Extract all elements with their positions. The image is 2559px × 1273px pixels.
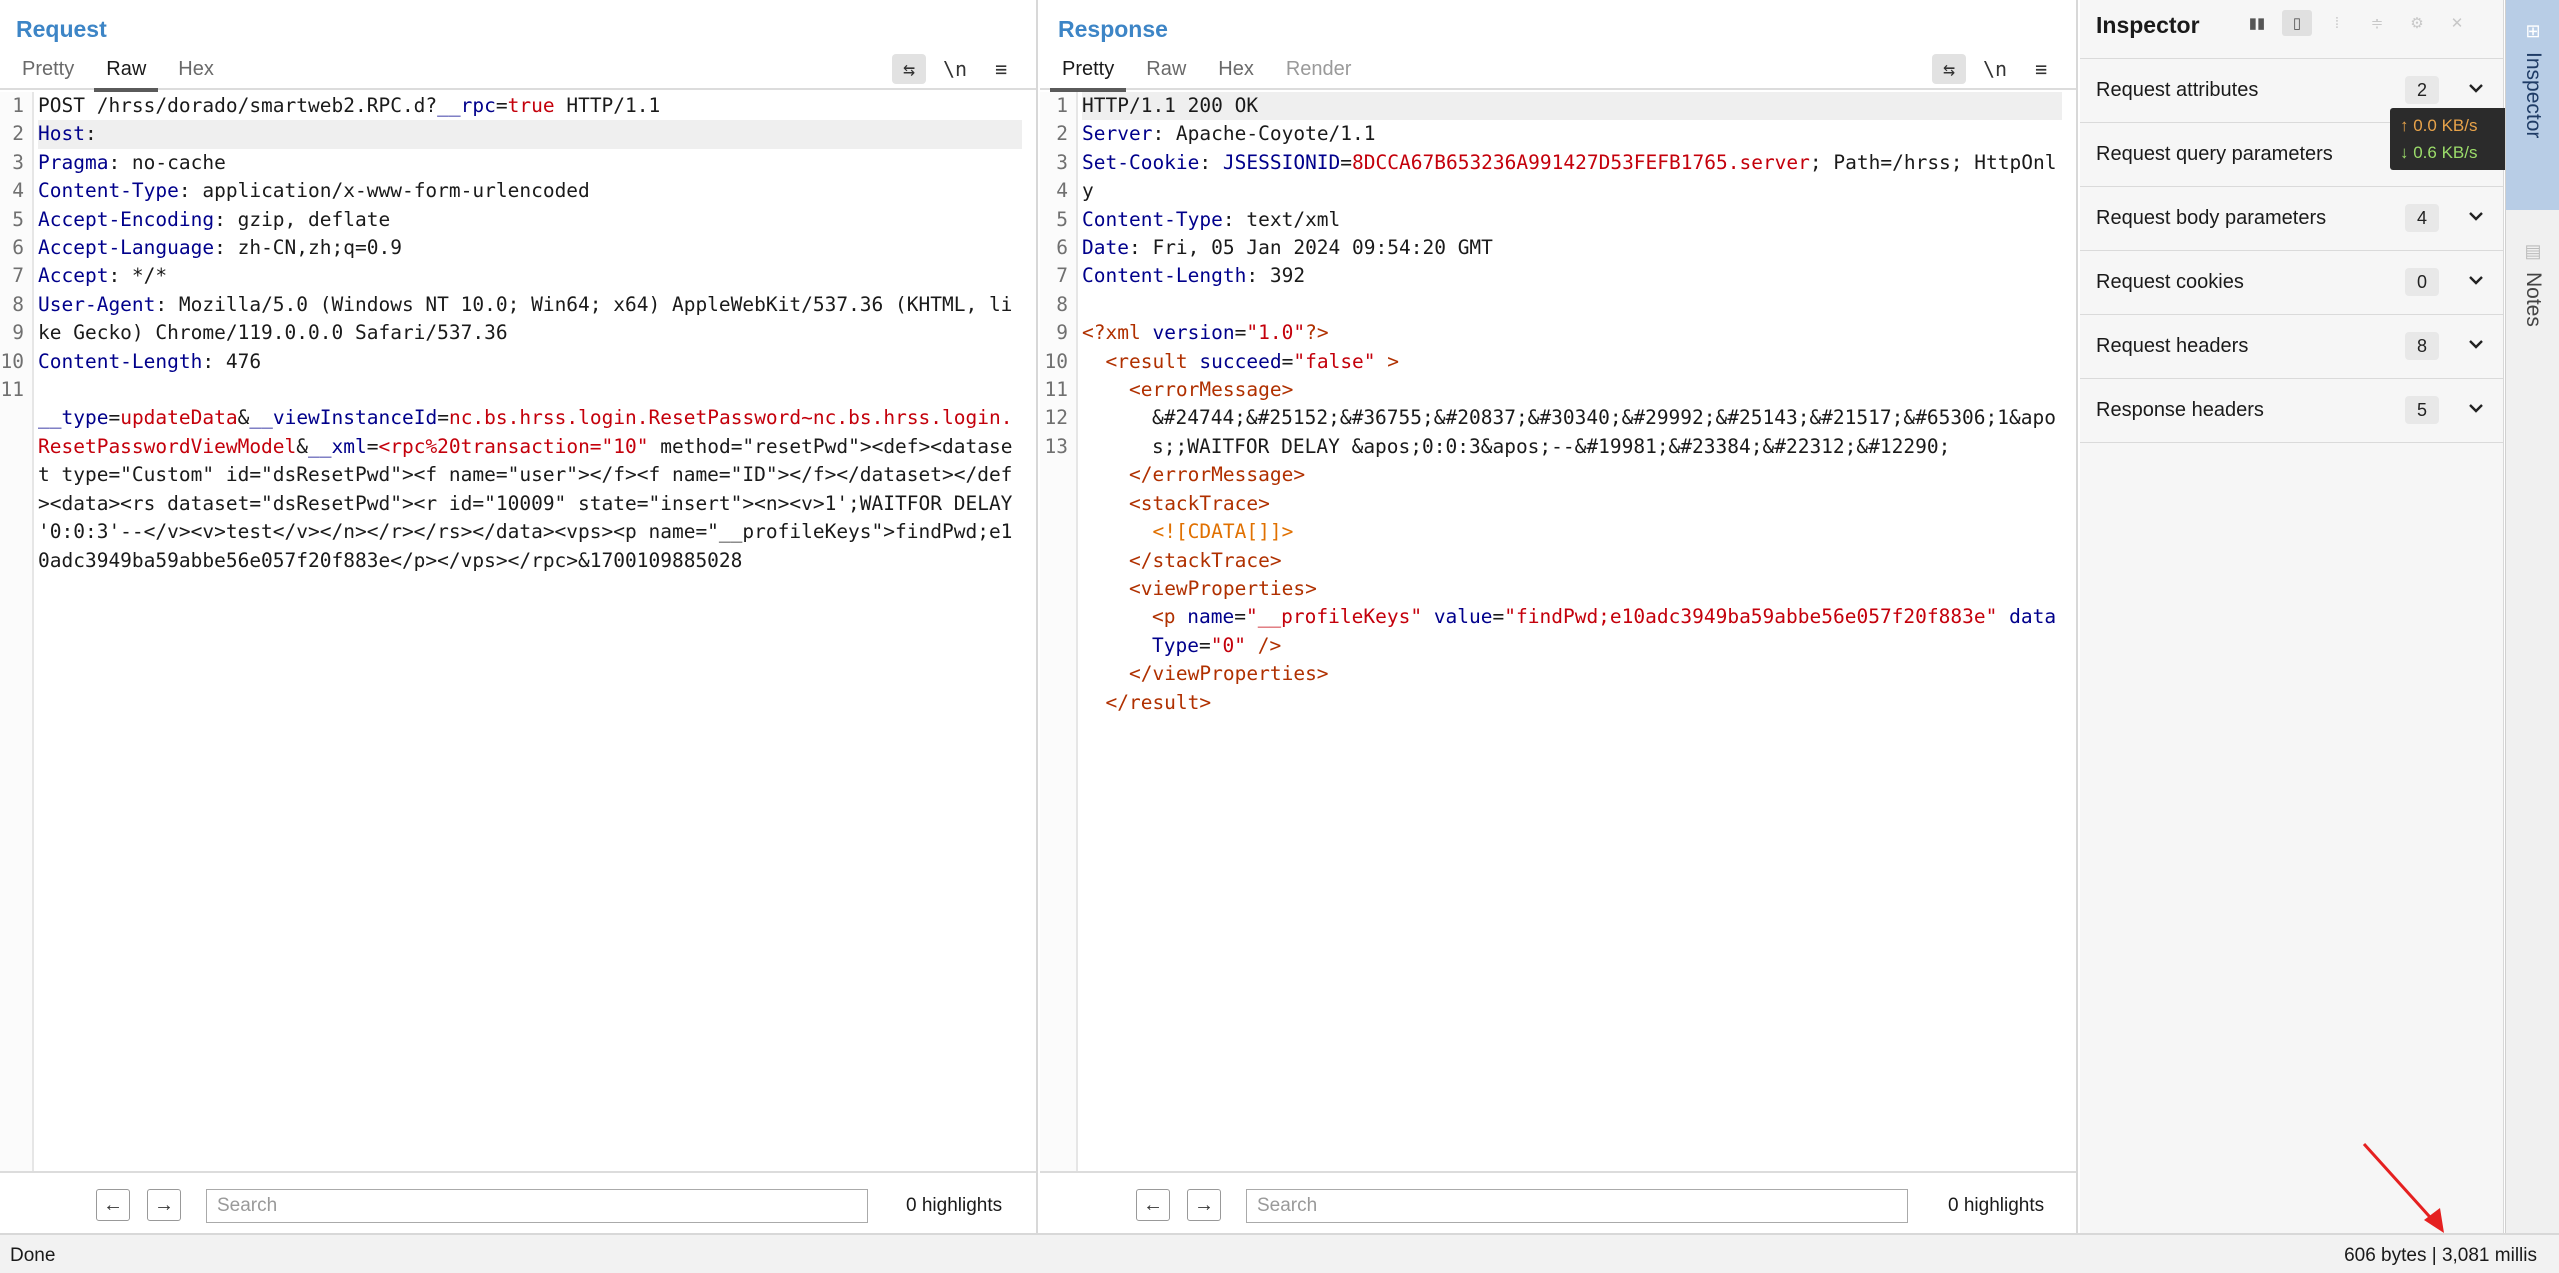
- network-speed-overlay: ↑ 0.0 KB/s ↓ 0.6 KB/s: [2390, 108, 2518, 170]
- response-tabs: Pretty Raw Hex Render: [1040, 52, 2076, 92]
- response-editor[interactable]: 1 2 3 4 5 6 7 8 9 10 11 12 13 HTTP/1.1 200 OK Server:…: [1040, 92, 2076, 1171]
- side-tab-strip: ⊞ Inspector ▤ Notes: [2505, 0, 2559, 1233]
- response-pretty-text[interactable]: HTTP/1.1 200 OK Server: Apache-Coyote/1.1…: [1082, 92, 2062, 717]
- request-title: Request: [16, 16, 107, 42]
- response-tab-raw[interactable]: Raw: [1130, 52, 1202, 90]
- inspector-view-toggles: ▮▮ ▯ ⁞ ≑ ⚙ ✕: [2242, 10, 2472, 36]
- sort-icon[interactable]: ≑: [2362, 10, 2392, 36]
- request-search-input[interactable]: Search: [206, 1189, 868, 1223]
- line-number-gutter: 1 2 3 4 5 6 7 8 9 10 11 12 13: [1040, 92, 1078, 1171]
- response-search-bar: ← → Search 0 highlights: [1040, 1171, 2076, 1233]
- show-newlines-icon[interactable]: \n: [938, 54, 972, 84]
- status-text: Done: [10, 1245, 56, 1266]
- status-bar: Done 606 bytes | 3,081 millis: [0, 1233, 2559, 1273]
- next-match-icon[interactable]: →: [147, 1189, 181, 1221]
- request-pane: Request Pretty Raw Hex ⇆ \n ≡ 1234567891…: [0, 0, 1038, 1233]
- request-tab-raw[interactable]: Raw: [90, 52, 162, 92]
- response-toolbar: ⇆ \n ≡: [1932, 54, 2058, 84]
- close-icon[interactable]: ✕: [2442, 10, 2472, 36]
- section-request-cookies[interactable]: Request cookies 0: [2080, 251, 2503, 315]
- response-search-input[interactable]: Search: [1246, 1189, 1908, 1223]
- chevron-down-icon: [2469, 84, 2483, 93]
- section-response-headers[interactable]: Response headers 5: [2080, 379, 2503, 443]
- menu-icon[interactable]: ≡: [2024, 54, 2058, 84]
- inspector-icon: ⊞: [2525, 20, 2541, 41]
- chevron-down-icon: [2469, 340, 2483, 349]
- count-badge: 5: [2405, 396, 2439, 424]
- upload-speed: ↑ 0.0 KB/s: [2400, 116, 2478, 135]
- notes-icon: ▤: [2524, 240, 2542, 261]
- inspector-title: Inspector: [2096, 12, 2200, 38]
- next-match-icon[interactable]: →: [1187, 1189, 1221, 1221]
- response-title: Response: [1058, 16, 1168, 42]
- chevron-down-icon: [2469, 404, 2483, 413]
- chevron-down-icon: [2469, 212, 2483, 221]
- response-tab-render[interactable]: Render: [1270, 52, 1368, 90]
- request-tab-hex[interactable]: Hex: [162, 52, 230, 90]
- menu-icon[interactable]: ≡: [984, 54, 1018, 84]
- response-pane: Response Pretty Raw Hex Render ⇆ \n ≡ 12…: [1040, 0, 2078, 1233]
- request-toolbar: ⇆ \n ≡: [892, 54, 1018, 84]
- count-badge: 8: [2405, 332, 2439, 360]
- annotation-arrow-icon: [2362, 1142, 2444, 1233]
- download-speed: ↓ 0.6 KB/s: [2400, 143, 2478, 162]
- count-badge: 2: [2405, 76, 2439, 104]
- settings-icon[interactable]: ⚙: [2402, 10, 2432, 36]
- chevron-down-icon: [2469, 276, 2483, 285]
- response-tab-pretty[interactable]: Pretty: [1046, 52, 1130, 92]
- section-request-headers[interactable]: Request headers 8: [2080, 315, 2503, 379]
- count-badge: 4: [2405, 204, 2439, 232]
- side-tab-notes[interactable]: ▤ Notes: [2506, 220, 2559, 390]
- previous-match-icon[interactable]: ←: [1136, 1189, 1170, 1221]
- list-view-icon[interactable]: ▮▮: [2242, 10, 2272, 36]
- line-number-gutter: 1 2 3 4 5 6 7 8 9 10 11: [0, 92, 34, 1171]
- request-editor[interactable]: 1 2 3 4 5 6 7 8 9 10 11 POST /hrss/dorado/smartweb…: [0, 92, 1036, 1171]
- panel-view-icon[interactable]: ▯: [2282, 10, 2312, 36]
- request-search-bar: ← → Search 0 highlights: [0, 1171, 1036, 1233]
- response-highlights-count: 0 highlights: [1948, 1195, 2045, 1216]
- previous-match-icon[interactable]: ←: [96, 1189, 130, 1221]
- word-wrap-icon[interactable]: ⇆: [892, 54, 926, 84]
- section-request-body-parameters[interactable]: Request body parameters 4: [2080, 187, 2503, 251]
- response-tab-hex[interactable]: Hex: [1202, 52, 1270, 90]
- word-wrap-icon[interactable]: ⇆: [1932, 54, 1966, 84]
- response-size-time: 606 bytes | 3,081 millis: [2344, 1245, 2537, 1266]
- show-newlines-icon[interactable]: \n: [1978, 54, 2012, 84]
- side-tab-inspector[interactable]: ⊞ Inspector: [2506, 0, 2559, 210]
- request-highlights-count: 0 highlights: [906, 1195, 1003, 1216]
- inspector-pane: Inspector ▮▮ ▯ ⁞ ≑ ⚙ ✕ Request attribute…: [2080, 0, 2504, 1233]
- align-icon[interactable]: ⁞: [2322, 10, 2352, 36]
- request-raw-text[interactable]: POST /hrss/dorado/smartweb2.RPC.d?__rpc=…: [38, 92, 1022, 575]
- count-badge: 0: [2405, 268, 2439, 296]
- request-tabs: Pretty Raw Hex: [0, 52, 1036, 92]
- request-tab-pretty[interactable]: Pretty: [6, 52, 90, 90]
